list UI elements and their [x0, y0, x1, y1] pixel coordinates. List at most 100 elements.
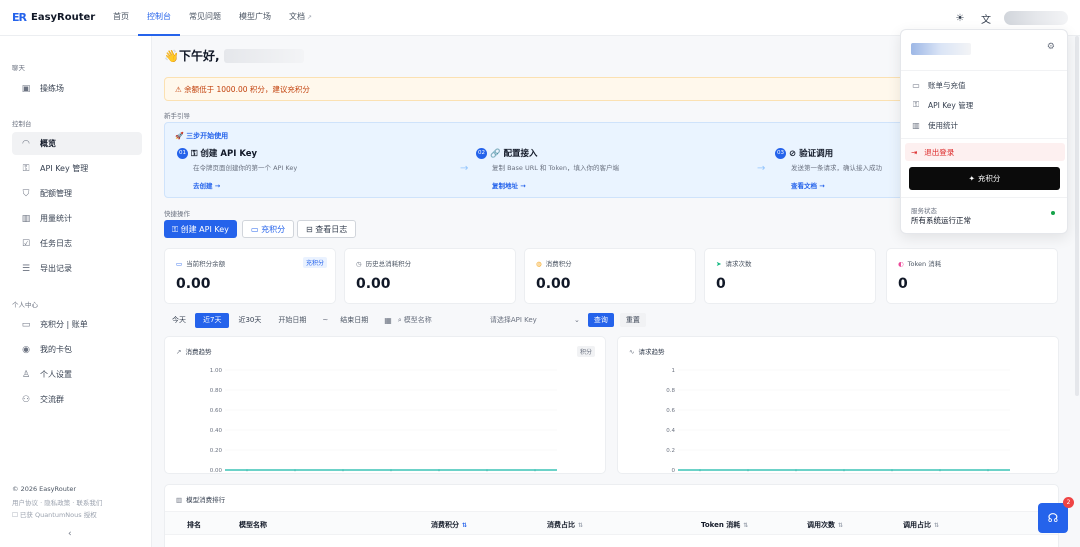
bar-chart-icon: ▥ [176, 496, 183, 504]
chart-title: ↗ 消费趋势 [176, 346, 211, 356]
user-dropdown: ⚙ ▭ 账单与充值 ⚿ API Key 管理 ▥ 使用统计 ⇥ 退出登录 ✦ 充积分 服务… [900, 29, 1068, 234]
col-calls[interactable]: 调用次数 ⇅ [807, 520, 843, 530]
sidebar-item-label: 充积分 | 账单 [40, 320, 88, 329]
col-rank: 排名 [187, 521, 201, 529]
col-model: 模型名称 [239, 521, 267, 529]
logout-button[interactable]: ⇥ 退出登录 [905, 143, 1065, 161]
step-2: 02 🔗 配置接入 复制 Base URL 和 Token，填入你的客户端 复制地… [476, 147, 756, 190]
range-30d[interactable]: 近30天 [230, 313, 269, 328]
sidebar-item-usage[interactable]: ▥ 用量统计 [12, 207, 142, 230]
request-trend-panel: 00.20.40.60.8105-1505-1605-1705-1805-190… [617, 336, 1059, 474]
range-today[interactable]: 今天 [164, 313, 194, 328]
top-up-button[interactable]: ▭ 充积分 [242, 220, 295, 238]
api-key-select[interactable]: 请选择API Key ⌄ [484, 313, 580, 328]
copy-address-link[interactable]: 复制地址 → [492, 180, 756, 190]
col-call-ratio[interactable]: 调用占比 ⇅ [903, 520, 939, 530]
data-point [486, 469, 488, 471]
brand[interactable]: ER EasyRouter [12, 11, 98, 24]
nav-models[interactable]: 模型广场 [230, 0, 280, 36]
step-desc: 在令牌页面创建你的第一个 API Key [193, 164, 298, 172]
arrow-right-icon: → [757, 163, 766, 174]
col-label: 消费积分 [431, 521, 459, 529]
sidebar-item-settings[interactable]: ♙ 个人设置 [12, 363, 142, 386]
status-dot [1051, 211, 1055, 215]
sidebar-item-label: 用量统计 [40, 214, 72, 223]
greeting-text: 👋下午好, [164, 49, 220, 63]
menu-billing[interactable]: ▭ 账单与充值 [911, 77, 1059, 93]
sidebar-item-task-log[interactable]: ☑ 任务日志 [12, 232, 142, 255]
theme-toggle-icon[interactable]: ☀ [952, 10, 968, 26]
data-point [294, 469, 296, 471]
shield-icon: ⛉ [22, 188, 30, 199]
date-separator: ~ [322, 316, 329, 324]
create-api-key-button[interactable]: ⚿ 创建 API Key [164, 220, 237, 238]
sidebar-item-billing[interactable]: ▭ 充积分 | 账单 [12, 313, 142, 336]
top-up-tag[interactable]: 充积分 [302, 257, 327, 268]
sidebar-item-quota[interactable]: ⛉ 配额管理 [12, 182, 142, 205]
sidebar-item-label: 个人设置 [40, 370, 72, 379]
range-7d[interactable]: 近7天 [195, 312, 230, 328]
history-icon: ◷ [356, 260, 362, 268]
query-button[interactable]: 查询 [587, 313, 614, 327]
model-ranking-table: ▥ 模型消费排行 排名 模型名称 消费积分 ⇅ 消费占比 ⇅ Token 消耗 ⇅ 调用… [164, 484, 1059, 547]
calendar-icon[interactable]: ▦ [384, 316, 392, 325]
sidebar-item-overview[interactable]: ◠ 概览 [12, 132, 142, 155]
sidebar-item-label: 导出记录 [40, 264, 72, 273]
sidebar-item-community[interactable]: ⚇ 交流群 [12, 388, 142, 411]
support-button[interactable]: ☊ [1038, 503, 1068, 533]
stat-spent: ◍ 消费积分 0.00 [524, 248, 696, 304]
start-date-input[interactable]: 开始日期 [270, 313, 318, 328]
y-tick-label: 0.4 [666, 428, 675, 434]
search-icon: ⌕ [397, 315, 402, 324]
data-point [390, 469, 392, 471]
stat-label: ◷ 历史总消耗积分 [356, 258, 411, 268]
nav-home[interactable]: 首页 [104, 0, 138, 36]
col-label: 消费占比 [547, 521, 575, 529]
user-menu[interactable] [1004, 11, 1068, 25]
col-spent[interactable]: 消费积分 ⇅ [431, 520, 467, 530]
user-name-redacted [223, 48, 304, 63]
model-search-input[interactable]: ⌕ 模型名称 [392, 313, 484, 328]
stat-value: 0.00 [536, 276, 571, 292]
create-key-link[interactable]: 去创建 → [193, 180, 457, 190]
footer-copyright: © 2026 EasyRouter [12, 485, 77, 493]
sidebar-item-export[interactable]: ☰ 导出记录 [12, 257, 142, 280]
view-logs-button[interactable]: ⊟ 查看日志 [297, 220, 357, 238]
sidebar-item-label: 交流群 [40, 395, 64, 404]
stat-label-text: Token 消耗 [907, 260, 942, 268]
nav-faq[interactable]: 常见问题 [180, 0, 230, 36]
wallet-icon: ▭ [176, 260, 183, 268]
menu-api-keys[interactable]: ⚿ API Key 管理 [911, 97, 1059, 113]
nav-console[interactable]: 控制台 [138, 0, 180, 36]
scrollbar[interactable] [1075, 36, 1079, 396]
footer-links[interactable]: 用户协议 · 隐私政策 · 联系我们 [12, 497, 102, 507]
sidebar: 聊天 ▣ 操练场 控制台 ◠ 概览 ⚿ API Key 管理 ⛉ 配额管理 ▥ 用量统计 … [0, 36, 152, 547]
sidebar-item-playground[interactable]: ▣ 操练场 [12, 77, 142, 100]
external-link-icon: ↗ [307, 13, 313, 21]
step-number: 01 [177, 147, 188, 159]
collapse-sidebar-icon[interactable]: ‹ [68, 529, 72, 539]
nav-links: 首页 控制台 常见问题 模型广场 文档 ↗ [104, 0, 321, 36]
status-label: 服务状态 [911, 207, 937, 215]
greeting: 👋下午好, [164, 47, 304, 64]
col-tokens[interactable]: Token 消耗 ⇅ [701, 520, 748, 530]
chart-title: ∿ 请求趋势 [629, 346, 664, 356]
y-tick-label: 1 [672, 368, 676, 374]
gear-icon[interactable]: ⚙ [1047, 42, 1055, 52]
stat-label: ➤ 请求次数 [716, 258, 751, 268]
charge-button[interactable]: ✦ 充积分 [909, 167, 1060, 190]
reset-button[interactable]: 重置 [619, 313, 646, 327]
ranking-title-text: 模型消费排行 [186, 496, 226, 504]
nav-docs[interactable]: 文档 ↗ [280, 0, 321, 36]
key-icon: ⚿ [22, 163, 30, 174]
language-icon[interactable]: 文 [978, 10, 994, 26]
quick-actions-label: 快捷操作 [164, 210, 190, 218]
logo-icon: ER [12, 11, 27, 24]
col-spent-ratio[interactable]: 消费占比 ⇅ [547, 520, 583, 530]
sidebar-item-wallet[interactable]: ◉ 我的卡包 [12, 338, 142, 361]
menu-usage[interactable]: ▥ 使用统计 [911, 117, 1059, 133]
step-title: ⊘ 验证调用 [789, 149, 834, 159]
sidebar-item-label: 任务日志 [40, 239, 72, 248]
end-date-input[interactable]: 结束日期 [332, 313, 380, 328]
sidebar-item-api-keys[interactable]: ⚿ API Key 管理 [12, 157, 142, 180]
